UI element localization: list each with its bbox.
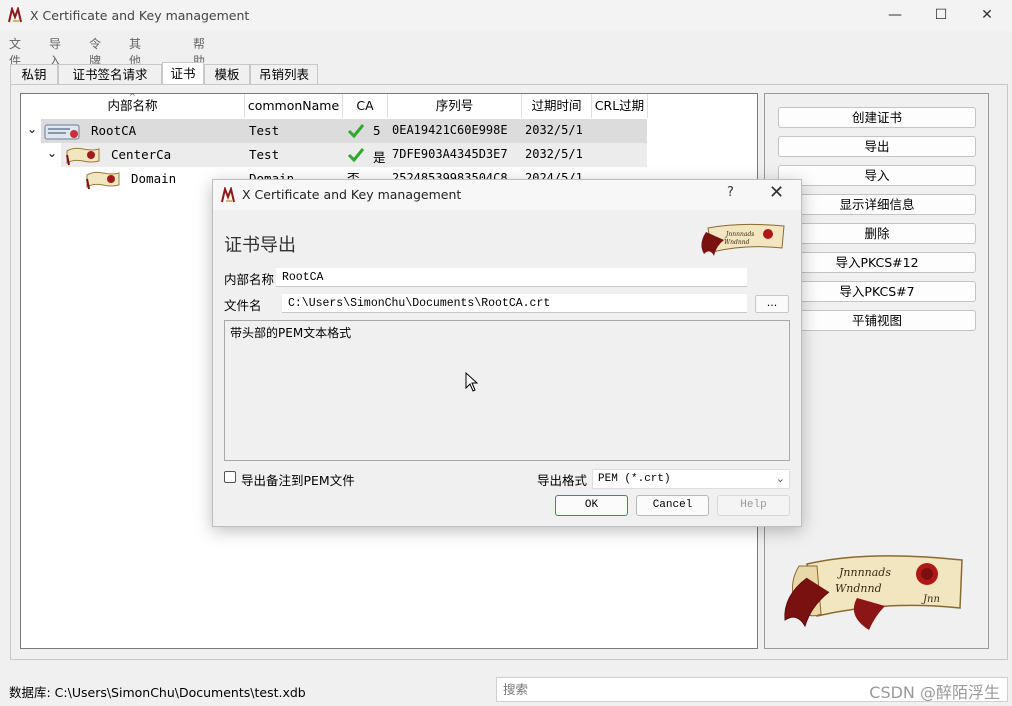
certificate-scroll-icon — [86, 171, 120, 190]
cell-serial: 0EA19421C60E998E — [392, 123, 508, 137]
export-note-checkbox[interactable] — [224, 471, 236, 483]
column-header-serial[interactable]: 序列号 — [388, 94, 522, 118]
ok-button[interactable]: OK — [555, 495, 628, 516]
tab-private-keys[interactable]: 私钥 — [10, 64, 58, 84]
export-format-label: 导出格式 — [537, 473, 588, 488]
tile-view-button[interactable]: 平铺视图 — [778, 310, 976, 331]
export-format-value: PEM (*.crt) — [598, 473, 671, 485]
checkmark-icon — [347, 124, 365, 139]
help-icon[interactable]: ? — [727, 185, 734, 200]
column-header-expiry[interactable]: 过期时间 — [522, 94, 592, 118]
maximize-button[interactable]: ☐ — [918, 0, 964, 30]
dialog-title: X Certificate and Key management — [242, 187, 462, 202]
browse-button[interactable]: ... — [755, 295, 789, 313]
xca-scroll-logo: Jnnnnads Wndnnd — [701, 223, 785, 256]
chevron-down-icon[interactable]: ⌄ — [27, 122, 37, 136]
close-icon: ✕ — [981, 7, 993, 23]
cell-common-name: Test — [249, 123, 280, 138]
table-row[interactable]: ⌄ RootCA Test 5 0EA19421C60E998E 2032/5/… — [21, 119, 647, 143]
chevron-down-icon: ⌄ — [775, 472, 785, 485]
close-button[interactable]: ✕ — [964, 0, 1010, 30]
dialog-title-bar: X Certificate and Key management ? ✕ — [213, 180, 801, 210]
cell-serial: 7DFE903A4345D3E7 — [392, 147, 508, 161]
svg-text:Jnnnnads: Jnnnnads — [724, 231, 754, 238]
help-button[interactable]: Help — [717, 495, 790, 516]
show-details-button[interactable]: 显示详细信息 — [778, 194, 976, 215]
tab-csr[interactable]: 证书签名请求 — [58, 64, 162, 84]
app-logo-icon — [8, 7, 22, 23]
tab-templates[interactable]: 模板 — [204, 64, 250, 84]
export-note-label[interactable]: 导出备注到PEM文件 — [241, 470, 355, 489]
column-header-crl-expiry[interactable]: CRL过期 — [592, 94, 648, 118]
chevron-down-icon[interactable]: ⌄ — [47, 146, 57, 160]
format-description: 带头部的PEM文本格式 — [224, 320, 790, 461]
column-header-common-name[interactable]: commonName — [245, 94, 343, 118]
table-row[interactable]: ⌄ CenterCa Test 是 7DFE903A4345D3E7 2032/… — [21, 143, 647, 167]
filename-field[interactable]: C:\Users\SimonChu\Documents\RootCA.crt — [282, 294, 747, 313]
internal-name-label: 内部名称 — [224, 272, 275, 287]
svg-text:Wndnnd: Wndnnd — [724, 239, 750, 246]
checkmark-icon — [347, 148, 365, 163]
svg-text:Jnnnnads: Jnnnnads — [837, 566, 891, 579]
xca-scroll-logo: Jnnnnads Wndnnd Jnn — [784, 555, 963, 630]
cell-internal-name: CenterCa — [111, 147, 172, 162]
cell-expiry: 2032/5/1 — [525, 147, 583, 161]
create-certificate-button[interactable]: 创建证书 — [778, 107, 976, 128]
import-pkcs12-button[interactable]: 导入PKCS#12 — [778, 252, 976, 273]
export-format-select[interactable]: PEM (*.crt) ⌄ — [592, 469, 790, 489]
svg-text:Wndnnd: Wndnnd — [835, 582, 882, 595]
status-bar: 数据库: C:\Users\SimonChu\Documents\test.xd… — [0, 674, 1012, 706]
close-icon[interactable]: ✕ — [769, 182, 784, 203]
import-button[interactable]: 导入 — [778, 165, 976, 186]
internal-name-field[interactable]: RootCA — [276, 268, 747, 287]
maximize-icon: ☐ — [934, 7, 948, 23]
filename-label: 文件名 — [224, 298, 262, 313]
import-pkcs7-button[interactable]: 导入PKCS#7 — [778, 281, 976, 302]
minimize-icon: — — [888, 7, 902, 23]
app-logo-icon — [221, 187, 235, 203]
export-button[interactable]: 导出 — [778, 136, 976, 157]
cell-common-name: Test — [249, 147, 280, 162]
certificate-scroll-icon — [66, 147, 100, 166]
delete-button[interactable]: 删除 — [778, 223, 976, 244]
minimize-button[interactable]: — — [872, 0, 918, 30]
tab-certificates[interactable]: 证书 — [162, 62, 204, 84]
cell-internal-name: Domain — [131, 171, 177, 186]
cell-expiry: 2032/5/1 — [525, 123, 583, 137]
certificate-icon — [44, 124, 80, 140]
certificate-export-dialog: X Certificate and Key management ? ✕ 证书导… — [212, 179, 802, 527]
column-header-ca[interactable]: CA — [343, 94, 388, 118]
svg-text:Jnn: Jnn — [921, 594, 940, 605]
cell-ca: 5 — [373, 123, 381, 138]
cell-internal-name: RootCA — [91, 123, 137, 138]
database-path: 数据库: C:\Users\SimonChu\Documents\test.xd… — [9, 685, 306, 700]
dialog-heading: 证书导出 — [224, 235, 296, 256]
sort-arrow-icon: ^ — [129, 92, 136, 101]
watermark: CSDN @醉陌浮生 — [869, 683, 1000, 702]
cell-ca: 是 — [373, 150, 386, 165]
tab-revocation-lists[interactable]: 吊销列表 — [250, 64, 318, 84]
cancel-button[interactable]: Cancel — [636, 495, 709, 516]
window-title: X Certificate and Key management — [30, 8, 250, 23]
title-bar: X Certificate and Key management — ☐ ✕ — [0, 0, 1012, 30]
mouse-cursor-icon — [465, 372, 479, 392]
